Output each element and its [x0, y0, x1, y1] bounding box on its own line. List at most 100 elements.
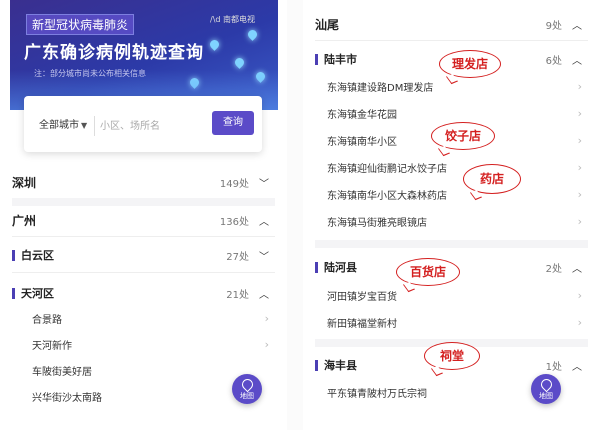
divider — [12, 272, 275, 273]
divider — [315, 240, 588, 248]
city-count: 149处 — [219, 178, 249, 190]
chevron-right-icon: › — [577, 79, 582, 93]
annotation-pharmacy: 药店 — [463, 164, 521, 201]
chevron-right-icon: › — [577, 160, 582, 174]
divider — [12, 236, 275, 237]
district-count: 1处 — [545, 361, 562, 373]
location-name: 河田镇岁宝百货 — [327, 291, 397, 303]
chevron-right-icon: › — [577, 106, 582, 120]
district-name: 陆河县 — [324, 261, 357, 274]
location-name: 东海镇金华花园 — [327, 109, 397, 121]
location-row[interactable]: 车陂街美好居 — [12, 361, 275, 379]
annotation-dumpling-shop: 饺子店 — [431, 122, 495, 157]
gutter — [287, 0, 303, 430]
map-button[interactable]: 地图 — [531, 374, 561, 404]
location-row[interactable]: 东海镇金华花园 › — [315, 104, 588, 122]
chevron-right-icon: › — [577, 288, 582, 302]
chevron-right-icon: › — [577, 187, 582, 201]
location-row[interactable]: 合景路 › — [12, 309, 275, 327]
divider — [12, 198, 275, 206]
map-pin-icon — [239, 376, 255, 393]
annotation-label: 理发店 — [451, 57, 488, 71]
location-name: 车陂街美好居 — [32, 366, 92, 378]
location-name: 东海镇南华小区 — [327, 136, 397, 148]
location-row[interactable]: 河田镇岁宝百货 › — [315, 286, 588, 304]
city-select-label: 全部城市 — [39, 120, 79, 131]
caret-down-icon: ▼ — [81, 121, 88, 130]
city-count: 9处 — [545, 20, 562, 32]
city-name: 广州 — [12, 213, 37, 228]
location-row[interactable]: 新田镇福堂新村 › — [315, 313, 588, 331]
location-row[interactable]: 东海镇迎仙街鹏记水饺子店 › — [315, 158, 588, 176]
location-name: 东海镇建设路DM理发店 — [327, 82, 434, 94]
banner-note: 注：部分城市尚未公布相关信息 — [34, 69, 146, 78]
district-name: 天河区 — [21, 287, 54, 300]
map-button[interactable]: 地图 — [232, 374, 262, 404]
district-name: 海丰县 — [324, 359, 357, 372]
left-screen: 新型冠状病毒肺炎 /\d 南都电视 广东确诊病例轨迹查询 注：部分城市尚未公布相… — [0, 0, 287, 430]
annotation-label: 药店 — [479, 172, 504, 186]
city-select[interactable]: 全部城市 ▼ — [37, 116, 95, 136]
chevron-right-icon: › — [577, 214, 582, 228]
chevron-up-icon: ︿ — [259, 216, 269, 228]
city-row-shenzhen[interactable]: 深圳 149处 ﹀ — [12, 172, 275, 192]
location-name: 兴华街沙太南路 — [32, 392, 102, 404]
annotation-barbershop: 理发店 — [439, 50, 501, 85]
location-name: 东海镇南华小区大森林药店 — [327, 190, 447, 202]
district-row-tianhe[interactable]: 天河区 21处 ︿ — [12, 284, 275, 302]
chevron-right-icon: › — [264, 311, 269, 325]
annotation-label: 饺子店 — [444, 129, 481, 143]
city-name: 汕尾 — [315, 17, 340, 32]
location-row[interactable]: 东海镇南华小区大森林药店 › — [315, 185, 588, 203]
chevron-right-icon: › — [577, 315, 582, 329]
location-row[interactable]: 天河新作 › — [12, 335, 275, 353]
map-pin-icon — [208, 38, 221, 51]
chevron-up-icon: ︿ — [572, 263, 582, 275]
banner-logos: /\d 南都电视 — [210, 15, 256, 24]
location-name: 新田镇福堂新村 — [327, 318, 397, 330]
city-name: 深圳 — [12, 175, 37, 190]
location-row[interactable]: 东海镇马街雅亮眼镜店 › — [315, 212, 588, 230]
chevron-down-icon: ﹀ — [259, 178, 269, 190]
chevron-up-icon: ︿ — [572, 20, 582, 32]
district-marker — [12, 249, 15, 261]
search-input[interactable] — [100, 116, 208, 136]
location-name: 合景路 — [32, 314, 62, 326]
city-row-shanwei[interactable]: 汕尾 9处 ︿ — [315, 14, 588, 34]
annotation-label: 祠堂 — [439, 349, 464, 363]
search-card: 全部城市▼ 查询 — [24, 96, 262, 152]
location-name: 东海镇马街雅亮眼镜店 — [327, 217, 427, 229]
chevron-up-icon: ︿ — [572, 361, 582, 373]
chevron-up-icon: ︿ — [572, 55, 582, 67]
district-count: 6处 — [545, 55, 562, 67]
chevron-right-icon: › — [264, 337, 269, 351]
map-pin-icon — [538, 376, 554, 393]
map-pin-icon — [233, 56, 246, 69]
chevron-up-icon: ︿ — [259, 289, 269, 301]
location-name: 东海镇迎仙街鹏记水饺子店 — [327, 163, 447, 175]
city-row-guangzhou[interactable]: 广州 136处 ︿ — [12, 210, 275, 230]
city-count: 136处 — [219, 216, 249, 228]
district-marker — [315, 261, 318, 273]
district-name: 白云区 — [21, 249, 54, 262]
banner-title: 广东确诊病例轨迹查询 — [24, 43, 204, 63]
annotation-department-store: 百货店 — [396, 258, 460, 293]
district-marker — [315, 53, 318, 65]
banner-tag: 新型冠状病毒肺炎 — [26, 14, 135, 35]
district-marker — [315, 359, 318, 371]
district-count: 27处 — [226, 251, 249, 263]
district-marker — [12, 287, 15, 299]
divider — [315, 40, 588, 41]
annotation-ancestral-hall: 祠堂 — [424, 342, 480, 377]
chevron-right-icon: › — [577, 133, 582, 147]
banner: 新型冠状病毒肺炎 /\d 南都电视 广东确诊病例轨迹查询 注：部分城市尚未公布相… — [10, 0, 278, 110]
district-count: 21处 — [226, 289, 249, 301]
district-name: 陆丰市 — [324, 53, 357, 66]
district-row-baiyun[interactable]: 白云区 27处 ﹀ — [12, 246, 275, 264]
search-button[interactable]: 查询 — [212, 111, 254, 135]
district-count: 2处 — [545, 263, 562, 275]
chevron-down-icon: ﹀ — [259, 251, 269, 263]
map-pin-icon — [246, 28, 259, 41]
location-name: 平东镇青陂村万氏宗祠 — [327, 388, 427, 400]
location-name: 天河新作 — [32, 340, 72, 352]
